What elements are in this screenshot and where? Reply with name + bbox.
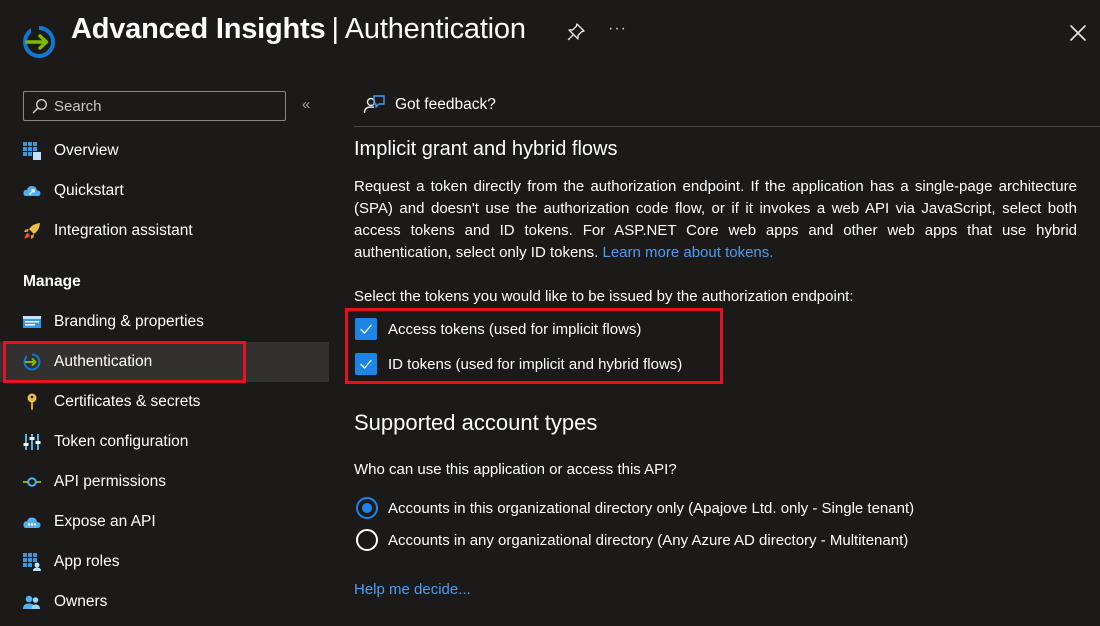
search-box[interactable] [23, 91, 286, 121]
sidebar-item-label: Overview [54, 142, 119, 159]
blade-header: Advanced Insights | Authentication ··· [0, 0, 1100, 66]
implicit-grant-heading: Implicit grant and hybrid flows [354, 138, 618, 160]
implicit-grant-description: Request a token directly from the author… [354, 176, 1077, 264]
search-icon [32, 98, 48, 114]
token-config-icon [23, 433, 41, 451]
sidebar-item-label: Certificates & secrets [54, 393, 201, 410]
feedback-button[interactable]: Got feedback? [363, 94, 496, 116]
sidebar-item-branding-properties[interactable]: Branding & properties [0, 302, 329, 342]
sidebar-item-app-roles[interactable]: App roles [0, 542, 329, 582]
sidebar-item-label: Quickstart [54, 182, 124, 199]
multi-tenant-label: Accounts in any organizational directory… [388, 531, 909, 549]
select-tokens-label: Select the tokens you would like to be i… [354, 288, 854, 305]
sidebar-item-token-configuration[interactable]: Token configuration [0, 422, 329, 462]
more-options-button[interactable]: ··· [608, 20, 627, 38]
overview-icon [23, 142, 41, 160]
sidebar-item-integration-assistant[interactable]: Integration assistant [0, 211, 329, 251]
radio-selected-dot [362, 503, 372, 513]
owners-icon [23, 593, 41, 611]
supported-account-types-heading: Supported account types [354, 410, 598, 435]
sidebar-item-label: App roles [54, 553, 120, 570]
learn-more-tokens-link[interactable]: Learn more about tokens. [602, 244, 773, 261]
quickstart-icon [23, 182, 41, 200]
section-title-manage: Manage [23, 273, 81, 290]
blade-name: Authentication [344, 13, 526, 45]
sidebar-item-quickstart[interactable]: Quickstart [0, 171, 329, 211]
app-name: Advanced Insights [71, 13, 326, 45]
pin-icon[interactable] [566, 22, 586, 42]
sidebar-item-label: Integration assistant [54, 222, 193, 239]
feedback-label: Got feedback? [395, 96, 496, 113]
multi-tenant-radio[interactable] [356, 529, 378, 551]
sidebar-item-label: Branding & properties [54, 313, 204, 330]
sidebar-item-owners[interactable]: Owners [0, 582, 329, 622]
app-roles-icon [23, 553, 41, 571]
key-icon [23, 393, 41, 411]
search-input[interactable] [54, 97, 274, 115]
app-registration-icon [23, 25, 55, 58]
help-me-decide-link[interactable]: Help me decide... [354, 581, 471, 598]
sidebar-item-overview[interactable]: Overview [0, 131, 329, 171]
account-types-question: Who can use this application or access t… [354, 461, 677, 478]
sidebar-item-label: Owners [54, 593, 108, 610]
branding-icon [23, 313, 41, 331]
highlight-box-tokens [345, 308, 723, 384]
sidebar-item-api-permissions[interactable]: API permissions [0, 462, 329, 502]
highlight-box-authentication [3, 341, 246, 383]
sidebar-item-label: Expose an API [54, 513, 156, 530]
close-icon[interactable] [1068, 23, 1088, 43]
sidebar-item-label: Token configuration [54, 433, 189, 450]
feedback-icon [363, 95, 385, 114]
sidebar-item-expose-an-api[interactable]: Expose an API [0, 502, 329, 542]
sidebar-item-certificates-secrets[interactable]: Certificates & secrets [0, 382, 329, 422]
single-tenant-radio[interactable] [356, 497, 378, 519]
api-permissions-icon [23, 473, 41, 491]
page-title: Advanced Insights | Authentication [71, 13, 526, 46]
sidebar-item-label: API permissions [54, 473, 166, 490]
single-tenant-option[interactable]: Accounts in this organizational director… [356, 497, 914, 519]
rocket-icon [23, 222, 41, 240]
multi-tenant-option[interactable]: Accounts in any organizational directory… [356, 529, 908, 551]
cloud-api-icon [23, 513, 41, 531]
collapse-sidebar-button[interactable]: « [302, 96, 310, 113]
title-separator: | [331, 13, 339, 45]
single-tenant-label: Accounts in this organizational director… [388, 499, 915, 517]
toolbar-divider [354, 126, 1100, 127]
